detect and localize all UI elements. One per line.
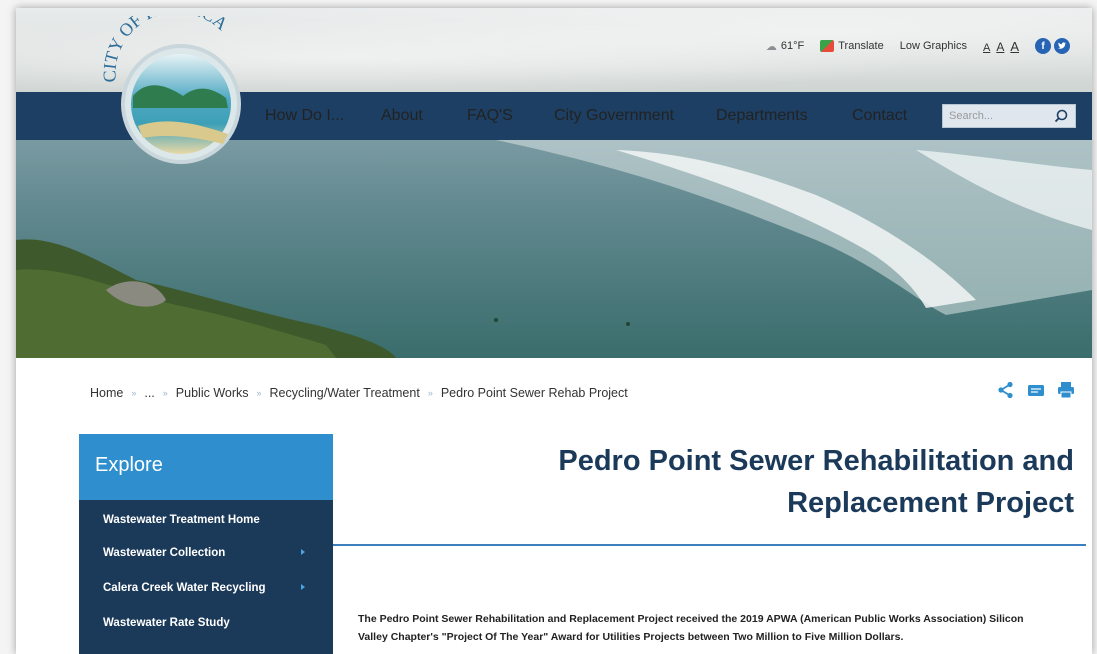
nav-contact[interactable]: Contact	[852, 107, 907, 125]
browser-page: ☁ 61°F Translate Low Graphics A A A f Ho…	[16, 8, 1092, 654]
sidebar-item-label: Wastewater Rate Study	[103, 616, 230, 629]
breadcrumb-recycling[interactable]: Recycling/Water Treatment	[270, 386, 420, 400]
sidebar-item-wastewater-collection[interactable]: Wastewater Collection	[79, 535, 333, 570]
breadcrumb-home[interactable]: Home	[90, 386, 123, 400]
nav-how-do-i[interactable]: How Do I...	[265, 107, 344, 125]
page-title-line-2: Replacement Project	[787, 487, 1074, 519]
sidebar-nav: Wastewater Treatment Home Wastewater Col…	[79, 500, 333, 654]
search-box	[942, 104, 1076, 128]
translate-button[interactable]: Translate	[820, 40, 884, 52]
sidebar-item-calera-creek[interactable]: Calera Creek Water Recycling	[79, 570, 333, 605]
weather-icon: ☁	[765, 40, 777, 53]
print-icon[interactable]	[1056, 380, 1076, 400]
email-icon[interactable]	[1026, 380, 1046, 400]
facebook-icon[interactable]: f	[1035, 38, 1051, 54]
nav-about[interactable]: About	[381, 107, 423, 125]
sidebar-item-wastewater-treatment-home[interactable]: Wastewater Treatment Home	[79, 500, 333, 535]
font-size-large[interactable]: A	[1010, 39, 1019, 54]
weather-widget[interactable]: ☁ 61°F	[766, 40, 804, 53]
utility-bar: ☁ 61°F Translate Low Graphics A A A f	[766, 38, 1070, 54]
page-tools	[996, 380, 1076, 400]
breadcrumb-separator-icon: »	[131, 388, 137, 398]
share-icon[interactable]	[996, 380, 1016, 400]
breadcrumb-separator-icon: »	[427, 388, 433, 398]
low-graphics-link[interactable]: Low Graphics	[900, 40, 967, 52]
city-logo[interactable]: CITY OF PACIFICA	[88, 8, 258, 166]
breadcrumb-separator-icon: »	[256, 388, 262, 398]
font-size-controls: A A A	[983, 39, 1019, 54]
intro-line-1: The Pedro Point Sewer Rehabilitation and…	[358, 613, 1024, 625]
sidebar-item-label: Wastewater Collection	[103, 546, 226, 559]
nav-departments[interactable]: Departments	[716, 107, 808, 125]
hero-image	[16, 140, 1092, 358]
title-divider	[333, 544, 1086, 546]
breadcrumb-current: Pedro Point Sewer Rehab Project	[440, 386, 628, 400]
search-input[interactable]	[949, 108, 1049, 124]
page-title: Pedro Point Sewer Rehabilitation and Rep…	[454, 440, 1074, 524]
intro-paragraph: The Pedro Point Sewer Rehabilitation and…	[358, 610, 1078, 646]
font-size-medium[interactable]: A	[996, 40, 1004, 54]
expand-arrow-icon[interactable]	[301, 584, 305, 590]
nav-city-government[interactable]: City Government	[554, 107, 674, 125]
breadcrumb-separator-icon: »	[162, 388, 168, 398]
breadcrumb-ellipsis[interactable]: ...	[144, 386, 154, 400]
translate-label: Translate	[838, 40, 884, 52]
weather-temp: 61°F	[780, 40, 805, 52]
translate-icon	[820, 40, 835, 52]
search-icon[interactable]	[1053, 108, 1069, 124]
social-links: f	[1035, 38, 1070, 54]
expand-arrow-icon[interactable]	[301, 549, 305, 555]
twitter-icon[interactable]	[1054, 38, 1070, 54]
font-size-small[interactable]: A	[983, 42, 990, 54]
nav-faqs[interactable]: FAQ'S	[467, 107, 513, 125]
sidebar-item-label: Wastewater Treatment Home	[103, 513, 260, 526]
breadcrumb: Home » ... » Public Works » Recycling/Wa…	[90, 386, 628, 400]
breadcrumb-public-works[interactable]: Public Works	[176, 386, 249, 400]
sidebar-item-label: Calera Creek Water Recycling	[103, 581, 266, 594]
sidebar-heading: Explore	[79, 434, 333, 500]
page-title-line-1: Pedro Point Sewer Rehabilitation and	[558, 445, 1074, 477]
intro-line-2: Valley Chapter's "Project Of The Year" A…	[358, 631, 904, 643]
sidebar-item-wastewater-rate-study[interactable]: Wastewater Rate Study	[79, 605, 333, 640]
